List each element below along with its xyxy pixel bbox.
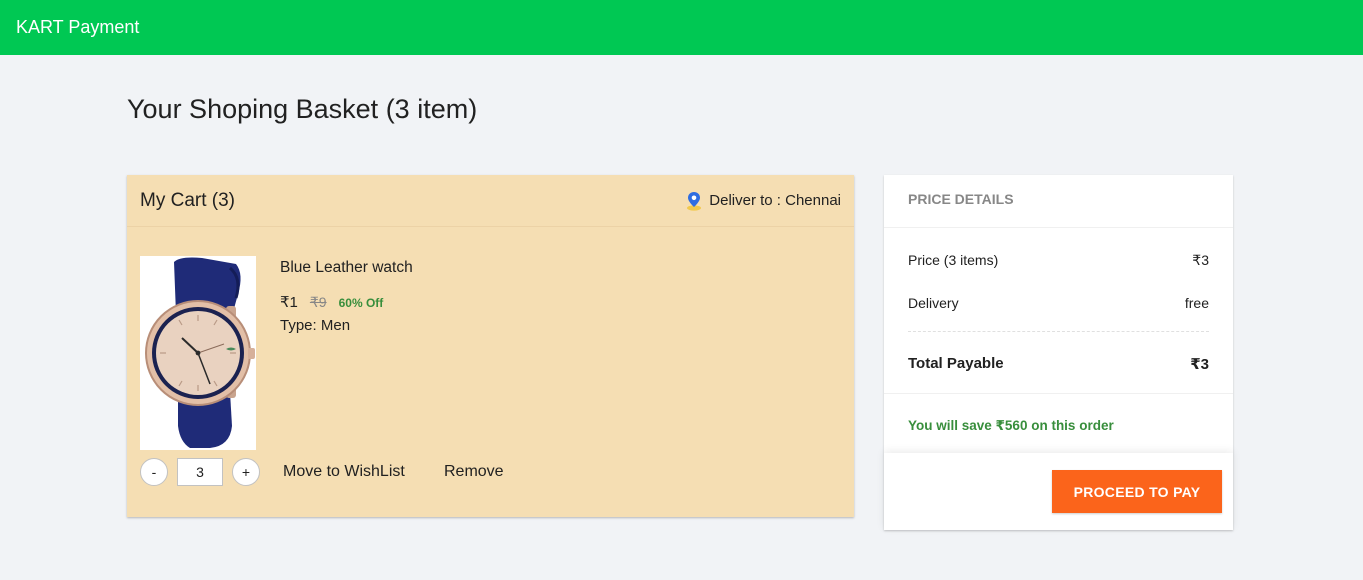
cart-panel: My Cart (3) Deliver to : Chennai Blue Le… [127,175,854,517]
brand-title: KART Payment [16,17,140,37]
price-value: ₹3 [1192,252,1209,268]
delivery-value: free [1184,295,1209,311]
price-label: Price (3 items) [908,252,999,268]
remove-button[interactable]: Remove [444,463,504,481]
decrement-button[interactable]: - [140,458,168,486]
page-title: Your Shoping Basket (3 item) [127,94,478,124]
map-pin-icon [687,191,702,211]
quantity-input[interactable] [177,458,223,486]
original-price: ₹9 [309,294,327,310]
price-details-title: PRICE DETAILS [884,175,1233,228]
product-name[interactable]: Blue Leather watch [280,259,413,277]
product-info: Blue Leather watch ₹1 ₹9 60% Off Type: M… [280,259,413,334]
price-row-items: Price (3 items) ₹3 [884,252,1233,269]
delivery-label: Delivery [908,295,959,311]
quantity-stepper: - + [140,458,260,486]
discount-badge: 60% Off [338,296,384,310]
price-details-panel: PRICE DETAILS Price (3 items) ₹3 Deliver… [884,175,1233,530]
price-row: ₹1 ₹9 60% Off [280,293,413,311]
cart-header: My Cart (3) Deliver to : Chennai [127,175,854,227]
product-image[interactable] [140,256,256,450]
total-label: Total Payable [908,355,1004,372]
divider [908,331,1209,332]
deliver-to-text: Deliver to : Chennai [709,192,841,209]
top-bar: KART Payment [0,0,1363,55]
product-type: Type: Men [280,317,351,334]
increment-button[interactable]: + [232,458,260,486]
wristwatch-image [145,257,255,448]
deliver-location[interactable]: Deliver to : Chennai [686,191,841,211]
selling-price: ₹1 [280,294,298,311]
delivery-row: Delivery free [884,295,1233,311]
checkout-footer: PROCEED TO PAY [884,453,1233,530]
total-value: ₹3 [1190,356,1209,373]
savings-text: You will save ₹560 on this order [908,418,1114,433]
proceed-to-pay-button[interactable]: PROCEED TO PAY [1052,470,1222,513]
cart-title: My Cart (3) [140,189,235,211]
move-to-wishlist-button[interactable]: Move to WishList [283,463,405,481]
total-row: Total Payable ₹3 [884,355,1233,373]
